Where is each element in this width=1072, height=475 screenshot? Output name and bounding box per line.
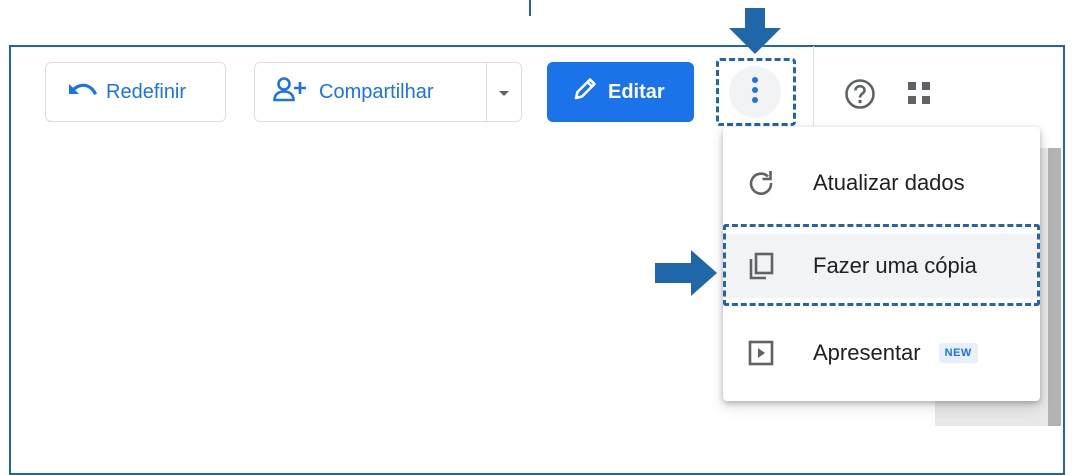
reset-button[interactable]: Redefinir	[45, 62, 226, 122]
toolbar-divider	[813, 46, 814, 126]
share-button-group: Compartilhar	[254, 62, 522, 122]
present-icon	[733, 339, 789, 367]
annotation-arrow-down	[729, 8, 781, 59]
edit-button[interactable]: Editar	[547, 62, 694, 122]
menu-item-refresh-data[interactable]: Atualizar dados	[723, 151, 1040, 215]
undo-icon	[66, 79, 98, 105]
apps-button[interactable]	[906, 80, 934, 113]
reset-label: Redefinir	[106, 80, 187, 103]
annotation-top-line	[529, 0, 531, 16]
share-label: Compartilhar	[319, 80, 434, 103]
menu-item-present[interactable]: Apresentar NEW	[723, 321, 1040, 385]
help-button[interactable]	[844, 78, 876, 115]
annotation-highlight-copy	[723, 224, 1040, 306]
annotation-highlight-more	[716, 58, 796, 126]
refresh-icon	[733, 168, 789, 198]
new-badge: NEW	[938, 343, 978, 363]
add-person-icon	[273, 76, 307, 108]
menu-item-label: Apresentar	[813, 340, 921, 365]
background-scrollbar	[1048, 148, 1061, 426]
chevron-down-icon	[498, 81, 510, 104]
menu-item-label: Atualizar dados	[813, 170, 965, 195]
apps-icon	[906, 82, 934, 112]
edit-label: Editar	[608, 80, 665, 103]
pencil-icon	[572, 76, 598, 108]
help-icon	[844, 79, 876, 114]
annotation-arrow-right	[655, 250, 717, 301]
more-options-menu: Atualizar dados Fazer uma cópia Apresent…	[723, 127, 1040, 401]
share-dropdown-button[interactable]	[486, 63, 521, 121]
share-button[interactable]: Compartilhar	[255, 63, 486, 121]
